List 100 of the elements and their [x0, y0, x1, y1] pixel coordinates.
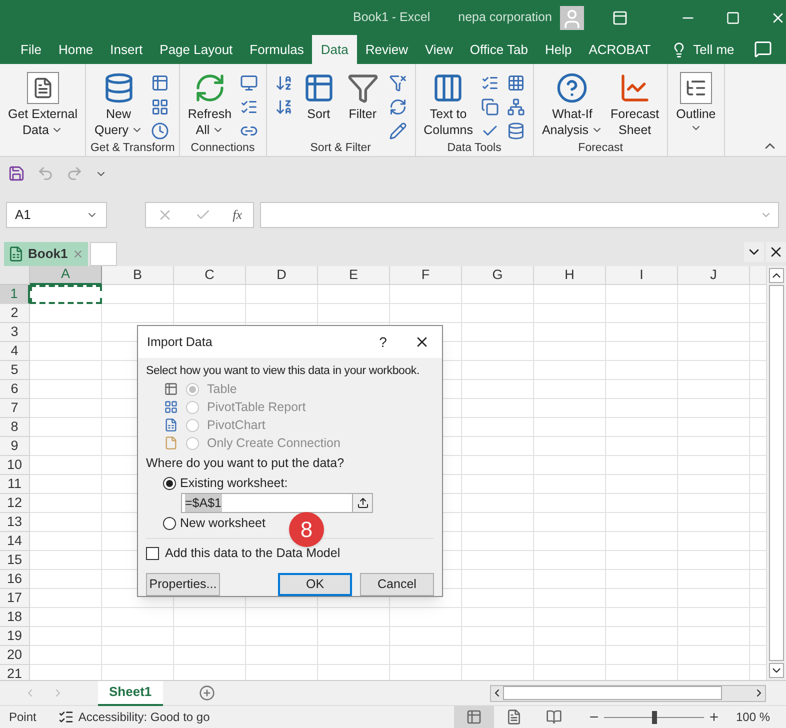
- grid-cell[interactable]: [30, 361, 102, 380]
- grid-cell[interactable]: [534, 627, 606, 646]
- close-workbook-icon[interactable]: [766, 242, 786, 262]
- zoom-slider-thumb[interactable]: [652, 710, 657, 724]
- grid-cell[interactable]: [246, 304, 318, 323]
- grid-cell[interactable]: [606, 418, 678, 437]
- formula-field[interactable]: [260, 202, 779, 228]
- grid-cell[interactable]: [30, 551, 102, 570]
- row-header[interactable]: 8: [0, 418, 30, 437]
- grid-cell[interactable]: [462, 532, 534, 551]
- grid-cell[interactable]: [678, 342, 750, 361]
- grid-cell[interactable]: [678, 551, 750, 570]
- ribbon-button[interactable]: Forecast Sheet: [606, 70, 664, 138]
- grid-cell[interactable]: [534, 456, 606, 475]
- insert-function-button[interactable]: fx: [232, 205, 242, 225]
- grid-cell[interactable]: [318, 627, 390, 646]
- ribbon-button[interactable]: Sort: [296, 70, 341, 122]
- grid-cell[interactable]: [462, 494, 534, 513]
- ribbon-button[interactable]: New Query: [90, 70, 147, 138]
- grid-cell[interactable]: [462, 608, 534, 627]
- sort-descending-icon[interactable]: [274, 98, 293, 116]
- grid-cell[interactable]: [390, 646, 462, 665]
- grid-cell[interactable]: [606, 513, 678, 532]
- grid-cell[interactable]: [30, 323, 102, 342]
- grid-cell[interactable]: [30, 513, 102, 532]
- consolidate-icon[interactable]: [506, 74, 525, 92]
- accessibility-status[interactable]: Accessibility: Good to go: [78, 708, 210, 726]
- grid-cell[interactable]: [678, 475, 750, 494]
- grid-cell[interactable]: [246, 627, 318, 646]
- grid-icon[interactable]: [150, 98, 169, 116]
- ribbon-button[interactable]: Refresh All: [184, 70, 236, 138]
- grid-cell[interactable]: [174, 627, 246, 646]
- dialog-button[interactable]: Properties...: [146, 572, 220, 596]
- ribbon-tab[interactable]: Insert: [102, 35, 152, 64]
- grid-cell[interactable]: [390, 304, 462, 323]
- grid-cell[interactable]: [534, 532, 606, 551]
- row-header[interactable]: 12: [0, 494, 30, 513]
- column-header[interactable]: E: [318, 266, 390, 285]
- column-header[interactable]: C: [174, 266, 246, 285]
- vertical-scrollbar[interactable]: [766, 266, 786, 680]
- grid-cell[interactable]: [30, 342, 102, 361]
- grid-cell[interactable]: [246, 646, 318, 665]
- grid-cell[interactable]: [462, 380, 534, 399]
- grid-cell[interactable]: [678, 589, 750, 608]
- grid-cell[interactable]: [678, 323, 750, 342]
- grid-cell[interactable]: [534, 494, 606, 513]
- grid-cell[interactable]: [678, 437, 750, 456]
- list-icon[interactable]: [240, 98, 258, 116]
- grid-cell[interactable]: [246, 608, 318, 627]
- grid-cell[interactable]: [678, 304, 750, 323]
- grid-cell[interactable]: [462, 475, 534, 494]
- column-header[interactable]: D: [246, 266, 318, 285]
- row-header[interactable]: 5: [0, 361, 30, 380]
- column-header[interactable]: H: [534, 266, 606, 285]
- grid-cell[interactable]: [534, 437, 606, 456]
- redo-icon[interactable]: [66, 165, 83, 182]
- grid-cell[interactable]: [534, 570, 606, 589]
- dialog-button[interactable]: Cancel: [360, 572, 434, 596]
- grid-cell[interactable]: [678, 532, 750, 551]
- grid-cell[interactable]: [462, 551, 534, 570]
- grid-cell[interactable]: [606, 608, 678, 627]
- column-header[interactable]: A: [30, 266, 102, 285]
- grid-cell[interactable]: [606, 361, 678, 380]
- grid-cell[interactable]: [606, 627, 678, 646]
- grid-cell[interactable]: [174, 304, 246, 323]
- row-header[interactable]: 17: [0, 589, 30, 608]
- grid-cell[interactable]: [462, 627, 534, 646]
- row-header[interactable]: 16: [0, 570, 30, 589]
- zoom-level[interactable]: 100 %: [736, 708, 770, 726]
- grid-cell[interactable]: [678, 494, 750, 513]
- row-header[interactable]: 3: [0, 323, 30, 342]
- scroll-up-icon[interactable]: [769, 268, 784, 283]
- column-header[interactable]: B: [102, 266, 174, 285]
- grid-cell[interactable]: [174, 285, 246, 304]
- grid-cell[interactable]: [318, 646, 390, 665]
- row-header[interactable]: 20: [0, 646, 30, 665]
- clear-filter-icon[interactable]: [388, 74, 407, 92]
- grid-cell[interactable]: [606, 380, 678, 399]
- grid-cell[interactable]: [606, 399, 678, 418]
- row-header[interactable]: 6: [0, 380, 30, 399]
- undo-icon[interactable]: [37, 165, 54, 182]
- ribbon-button[interactable]: Get External Data: [4, 70, 82, 138]
- ribbon-button[interactable]: What-If Analysis: [538, 70, 606, 138]
- duplicates-icon[interactable]: [480, 98, 499, 116]
- table-icon[interactable]: [150, 74, 169, 92]
- ribbon-tab[interactable]: Home: [50, 35, 102, 64]
- grid-cell[interactable]: [678, 456, 750, 475]
- grid-cell[interactable]: [534, 380, 606, 399]
- grid-cell[interactable]: [390, 627, 462, 646]
- ribbon-tab[interactable]: Page Layout: [151, 35, 242, 64]
- name-box[interactable]: A1: [6, 202, 107, 228]
- grid-cell[interactable]: [102, 304, 174, 323]
- grid-cell[interactable]: [606, 589, 678, 608]
- grid-cell[interactable]: [678, 627, 750, 646]
- column-header[interactable]: J: [678, 266, 750, 285]
- scroll-thumb[interactable]: [769, 285, 784, 661]
- grid-cell[interactable]: [30, 475, 102, 494]
- grid-cell[interactable]: [606, 342, 678, 361]
- grid-cell[interactable]: [318, 304, 390, 323]
- grid-cell[interactable]: [534, 513, 606, 532]
